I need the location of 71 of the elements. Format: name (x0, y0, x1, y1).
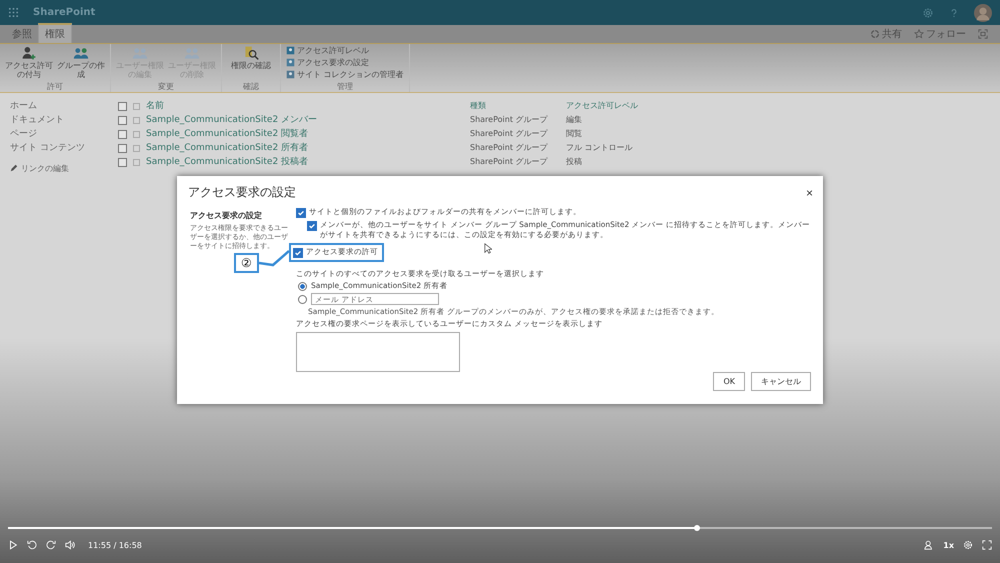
cancel-button[interactable]: キャンセル (751, 372, 811, 391)
ribbon-button[interactable]: サイト コレクションの管理者 (284, 68, 406, 80)
row-checkbox[interactable] (118, 130, 127, 138)
focus-mode-icon[interactable] (978, 29, 988, 39)
nav-link[interactable]: ホーム (10, 99, 37, 113)
ribbon-button[interactable]: アクセス許可レベル (284, 44, 371, 56)
table-cell-text: SharePoint グループ (470, 114, 549, 126)
ribbon-button[interactable]: 権限の確認 (225, 44, 277, 71)
playback-time: 11:55 / 16:58 (88, 540, 142, 550)
radio-button[interactable] (298, 294, 307, 304)
row-checkbox[interactable] (118, 144, 127, 152)
person-add-icon (21, 45, 37, 61)
nav-link[interactable]: ドキュメント (10, 113, 64, 127)
table-cell: フル コントロール (566, 142, 633, 154)
share-icon (870, 29, 880, 39)
ribbon-button[interactable]: アクセス許可の付与 (3, 44, 55, 80)
row-checkbox[interactable] (118, 116, 127, 124)
row-checkbox[interactable] (118, 158, 127, 166)
person-icon[interactable] (924, 540, 934, 550)
table-cell: 編集 (566, 114, 582, 126)
message-field[interactable] (296, 332, 460, 372)
app-title: SharePoint (33, 7, 96, 18)
group-link[interactable]: Sample_CommunicationSite2 メンバー (146, 114, 464, 126)
mouse-pointer-icon (484, 243, 492, 254)
select-all-checkbox[interactable] (118, 102, 127, 110)
checkbox[interactable] (292, 248, 303, 258)
dialog-title: アクセス要求の設定 (188, 184, 297, 201)
nav-link[interactable]: ページ (10, 127, 37, 141)
radio-button[interactable] (298, 282, 307, 290)
fullscreen-icon[interactable] (982, 540, 992, 550)
pencil-icon (10, 164, 18, 172)
share-button[interactable]: 共有 (864, 27, 908, 41)
file-type-icon (133, 102, 140, 110)
ribbon-group-label: 変更 (158, 82, 174, 92)
checkbox[interactable] (296, 208, 306, 218)
table-cell: 投稿 (566, 156, 582, 168)
play-icon[interactable] (8, 540, 18, 550)
ok-button[interactable]: OK (713, 372, 745, 391)
ribbon-group-label: 管理 (336, 82, 353, 92)
close-button[interactable]: × (804, 186, 815, 200)
volume-icon[interactable] (65, 540, 75, 550)
ribbon-button[interactable]: グループの作成 (55, 44, 107, 80)
group-link[interactable]: Sample_CommunicationSite2 所有者 (146, 142, 464, 154)
star-icon (914, 29, 924, 39)
column-header[interactable]: 種類 (470, 100, 560, 112)
follow-button[interactable]: フォロー (908, 27, 972, 41)
step-number-callout: ② (234, 253, 259, 273)
key-search-icon (243, 45, 259, 61)
ribbon-tab[interactable]: 参照 (6, 25, 38, 43)
avatar[interactable] (974, 4, 992, 22)
rewind-icon[interactable] (27, 540, 37, 550)
nav-link[interactable]: サイト コンテンツ (10, 141, 85, 155)
column-header[interactable]: アクセス許可レベル (566, 100, 638, 112)
table-cell: 閲覧 (566, 128, 582, 140)
group-link[interactable]: Sample_CommunicationSite2 閲覧者 (146, 128, 464, 140)
table-cell-text: SharePoint グループ (470, 156, 549, 168)
ribbon-tab[interactable]: 権限 (38, 23, 72, 43)
column-header[interactable]: 名前 (146, 100, 464, 112)
ribbon-button[interactable]: アクセス要求の設定 (284, 56, 371, 68)
table-cell-text: SharePoint グループ (470, 142, 549, 154)
edit-links-link[interactable]: リンクの編集 (10, 161, 69, 175)
forward-icon[interactable] (46, 540, 56, 550)
table-cell-text: SharePoint グループ (470, 128, 549, 140)
ribbon-group-label: 許可 (47, 82, 63, 92)
checkbox[interactable] (307, 221, 317, 231)
app-launcher-icon[interactable] (8, 7, 19, 18)
group-link[interactable]: Sample_CommunicationSite2 投稿者 (146, 156, 464, 168)
progress-handle[interactable] (694, 525, 700, 531)
section-title: アクセス要求の設定 (190, 210, 263, 221)
ribbon-group-label: 確認 (243, 82, 259, 92)
speed-button[interactable]: 1x (943, 540, 954, 550)
